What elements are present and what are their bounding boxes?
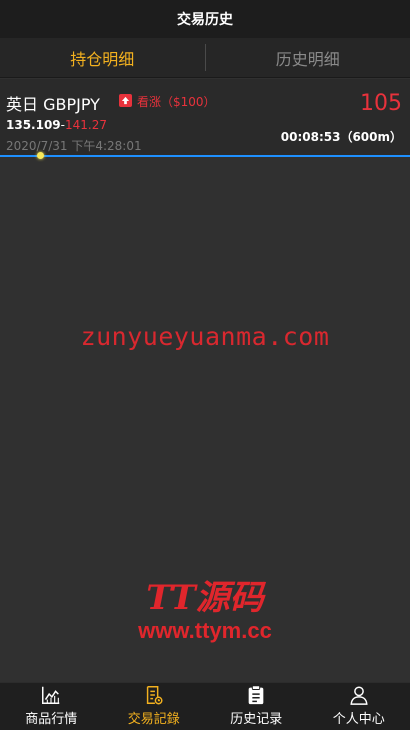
clipboard-icon [248,685,264,705]
tabbar-item-profile[interactable]: 个人中心 [308,683,410,730]
bottom-tab-bar: 商品行情 交易記錄 历史记录 个人中心 [0,682,410,730]
open-price: 135.109 [6,118,61,132]
page-title: 交易历史 [177,12,233,28]
tabbar-item-market[interactable]: 商品行情 [0,683,103,730]
price-row: 135.109-141.27 [6,118,107,132]
tab-positions[interactable]: 持仓明细 [0,38,205,77]
tab-bar: 持仓明细 历史明细 [0,38,410,78]
watermark-text: zunyueyuanma.com [80,322,330,351]
position-amount: 105 [360,91,402,116]
top-header: 交易历史 [0,0,410,38]
site-logo: TT源码 www.ttym.cc [0,578,410,644]
tabbar-item-history[interactable]: 历史记录 [205,683,308,730]
tabbar-label-trades: 交易記錄 [127,712,180,727]
current-price: 141.27 [65,118,107,132]
progress-fill [0,155,410,157]
progress-indicator-dot [37,152,44,159]
tabbar-item-trades[interactable]: 交易記錄 [103,683,206,730]
open-date: 2020/7/31 下午4:28:01 [6,139,142,153]
tabbar-label-profile: 个人中心 [332,712,385,727]
position-card[interactable]: 英日 GBPJPY 看涨（$100） 105 135.109-141.27 00… [0,79,410,157]
tabbar-label-market: 商品行情 [25,712,78,727]
tab-history-details[interactable]: 历史明细 [206,38,410,77]
instrument-name: 英日 GBPJPY [6,95,100,114]
document-icon [146,686,163,705]
progress-track [0,155,410,157]
chart-icon [42,686,60,704]
logo-main-text: TT源码 [146,578,264,618]
user-icon [350,686,368,705]
direction-label: 看涨（$100） [137,95,216,109]
arrow-up-icon [119,94,132,107]
tabbar-label-history: 历史记录 [230,712,283,727]
countdown-timer: 00:08:53（600m） [280,130,402,144]
logo-url-text: www.ttym.cc [138,618,272,643]
